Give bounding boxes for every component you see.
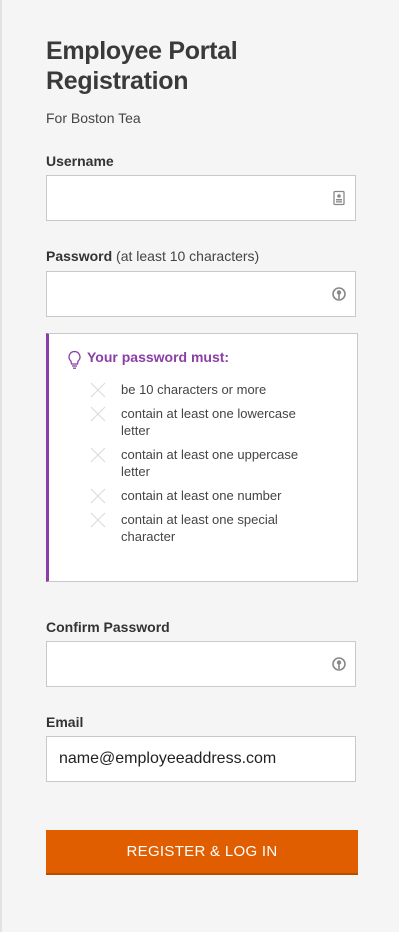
password-label-text: Password <box>46 248 113 264</box>
password-hint: (at least 10 characters) <box>116 248 260 264</box>
key-icon <box>332 657 346 671</box>
username-label: Username <box>46 153 114 169</box>
page-title: Employee Portal Registration <box>46 37 238 95</box>
username-field[interactable] <box>46 175 356 221</box>
password-rule-text: contain at least one special character <box>121 512 278 544</box>
password-input[interactable] <box>47 272 341 316</box>
register-login-button[interactable]: REGISTER & LOG IN <box>46 830 358 875</box>
password-rules-box: Your password must: be 10 characters or … <box>46 333 358 582</box>
password-rule-text: contain at least one lowercase letter <box>121 406 296 438</box>
password-rule-text: contain at least one number <box>121 488 282 503</box>
confirm-password-input[interactable] <box>47 642 341 686</box>
password-rule-text: be 10 characters or more <box>121 382 267 397</box>
username-label-text: Username <box>46 153 114 169</box>
x-icon <box>90 406 106 422</box>
confirm-password-field[interactable] <box>46 641 356 687</box>
contact-card-icon <box>333 190 345 206</box>
username-input[interactable] <box>47 176 341 220</box>
x-icon <box>90 447 106 463</box>
lightbulb-icon <box>68 350 81 369</box>
email-label-text: Email <box>46 714 84 730</box>
confirm-password-label: Confirm Password <box>46 619 170 635</box>
page-edge <box>0 0 2 932</box>
key-icon <box>332 287 346 301</box>
password-field[interactable] <box>46 271 356 317</box>
confirm-password-label-text: Confirm Password <box>46 619 170 635</box>
email-input[interactable] <box>47 737 341 781</box>
password-label: Password (at least 10 characters) <box>46 248 259 264</box>
x-icon <box>90 512 106 528</box>
page-subtitle: For Boston Tea <box>46 110 141 126</box>
email-label: Email <box>46 714 83 730</box>
email-field[interactable] <box>46 736 356 782</box>
password-rules-title: Your password must: <box>87 349 230 365</box>
password-rule-text: contain at least one uppercase letter <box>121 447 299 479</box>
x-icon <box>90 488 106 504</box>
x-icon <box>90 382 106 398</box>
